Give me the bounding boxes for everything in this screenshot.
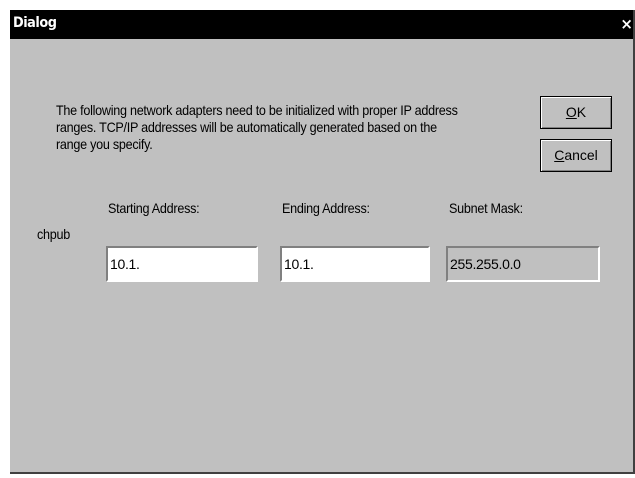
close-button[interactable]: × (615, 12, 635, 36)
starting-address-field[interactable] (106, 246, 258, 282)
title-bar[interactable]: Dialog × (10, 10, 635, 39)
description-line-1: The following network adapters need to b… (56, 102, 458, 118)
window-border-bottom (10, 472, 635, 474)
cancel-button-mnemonic: C (554, 147, 565, 163)
dialog-window: Dialog × The following network adapters … (8, 8, 635, 474)
ok-button[interactable]: OK (540, 96, 612, 129)
description-line-2: ranges. TCP/IP addresses will be automat… (56, 119, 437, 135)
ending-address-label: Ending Address: (282, 200, 370, 216)
ending-address-field[interactable] (280, 246, 430, 282)
window-title: Dialog (13, 15, 57, 31)
ok-button-mnemonic: O (565, 104, 577, 120)
cancel-button[interactable]: Cancel (540, 139, 612, 172)
adapter-name: chpub (37, 226, 70, 242)
starting-address-label: Starting Address: (108, 200, 200, 216)
ok-button-label: K (576, 104, 587, 120)
description-text: The following network adapters need to b… (56, 102, 479, 153)
description-line-3: range you specify. (56, 136, 153, 152)
subnet-mask-field (446, 246, 600, 282)
close-icon: × (620, 15, 633, 33)
subnet-mask-label: Subnet Mask: (449, 200, 523, 216)
cancel-button-label: ancel (564, 147, 598, 163)
